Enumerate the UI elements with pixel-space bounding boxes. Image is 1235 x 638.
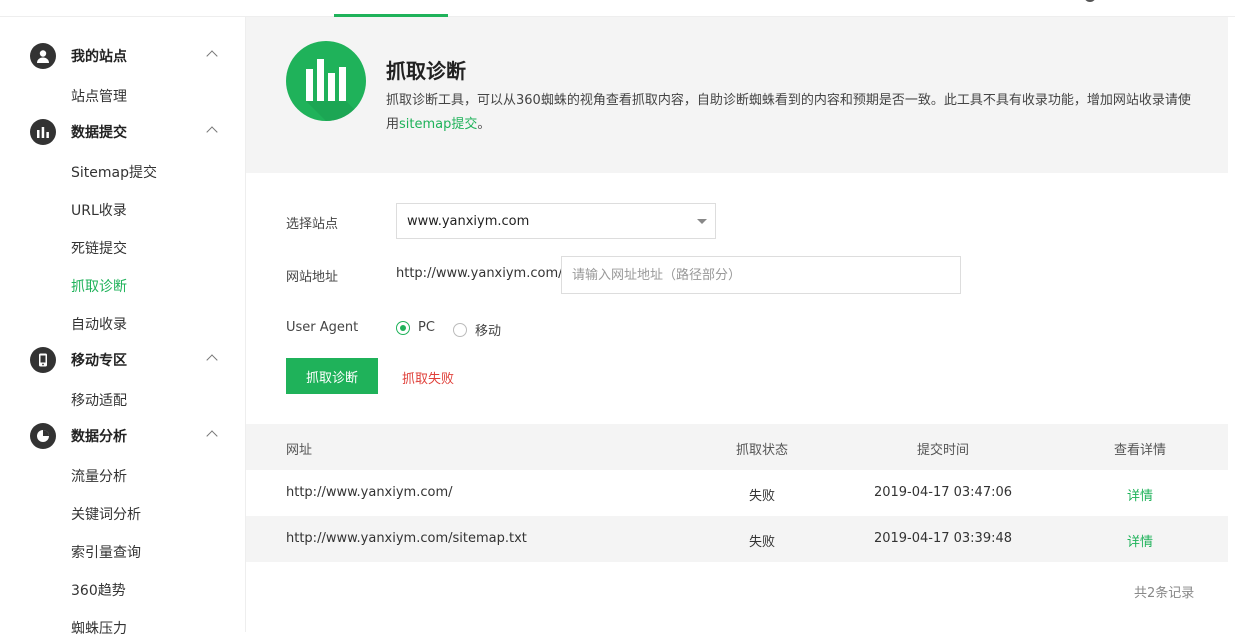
chevron-up-icon (206, 50, 218, 62)
chevron-up-icon (206, 354, 218, 366)
sidebar-item-url-index[interactable]: URL收录 (71, 200, 127, 220)
site-select-value: www.yanxiym.com (407, 213, 530, 229)
site-select[interactable]: www.yanxiym.com (396, 203, 716, 239)
description-text: 抓取诊断工具，可以从360蜘蛛的视角查看抓取内容，自助诊断蜘蛛看到的内容和预期是… (386, 93, 1191, 132)
sidebar-group-my-sites[interactable]: 我的站点 (30, 43, 220, 69)
sidebar-item-auto-index[interactable]: 自动收录 (71, 314, 127, 334)
sidebar-item-index-query[interactable]: 索引量查询 (71, 542, 141, 562)
user-avatar-icon[interactable] (1084, 0, 1096, 2)
ua-radio-mobile[interactable]: 移动 (453, 320, 501, 339)
crawl-diagnose-button[interactable]: 抓取诊断 (286, 358, 378, 394)
radio-unchecked-icon (453, 322, 467, 337)
sidebar-item-sitemap-submit[interactable]: Sitemap提交 (71, 162, 157, 182)
row-url: http://www.yanxiym.com/ (286, 485, 453, 500)
row-status: 失败 (748, 489, 775, 504)
sidebar-group-data-analysis[interactable]: 数据分析 (30, 423, 220, 449)
mobile-phone-icon (30, 347, 56, 373)
row-url: http://www.yanxiym.com/sitemap.txt (286, 531, 527, 546)
row-time: 2019-04-17 03:47:06 (873, 485, 1013, 500)
record-count: 共2条记录 (1134, 586, 1195, 601)
row-time: 2019-04-17 03:39:48 (873, 531, 1013, 546)
ua-option-label: PC (418, 320, 435, 335)
url-path-input[interactable] (561, 256, 961, 294)
table-header: 网址 抓取状态 提交时间 查看详情 (246, 424, 1228, 470)
row-detail-link[interactable]: 详情 (1106, 531, 1174, 550)
sidebar-group-title: 数据分析 (71, 429, 127, 445)
radio-checked-icon (396, 320, 410, 335)
table-row: http://www.yanxiym.com/ 失败 2019-04-17 03… (246, 470, 1228, 516)
row-detail-link[interactable]: 详情 (1106, 485, 1174, 504)
pie-chart-icon (30, 423, 56, 449)
sidebar-item-keyword-analysis[interactable]: 关键词分析 (71, 504, 141, 524)
description-end: 。 (477, 117, 491, 132)
table-row: http://www.yanxiym.com/sitemap.txt 失败 20… (246, 516, 1228, 562)
caret-down-icon (697, 219, 707, 224)
sitemap-submit-link[interactable]: sitemap提交 (399, 117, 477, 132)
user-agent-label: User Agent (286, 320, 359, 335)
sidebar-item-mobile-adapt[interactable]: 移动适配 (71, 390, 127, 410)
site-select-label: 选择站点 (286, 217, 339, 232)
sidebar-group-mobile[interactable]: 移动专区 (30, 347, 220, 373)
sidebar-item-dead-link[interactable]: 死链提交 (71, 238, 127, 258)
chevron-up-icon (206, 430, 218, 442)
ua-radio-pc[interactable]: PC (396, 320, 435, 335)
sidebar: 我的站点 站点管理 数据提交 Sitemap提交 URL收录 死链提交 抓取诊断… (0, 17, 246, 637)
sidebar-item-360-trend[interactable]: 360趋势 (71, 580, 126, 600)
user-icon (30, 43, 56, 69)
sidebar-group-title: 移动专区 (71, 353, 127, 369)
column-header-url: 网址 (286, 443, 313, 458)
column-header-time: 提交时间 (916, 443, 969, 458)
sidebar-group-title: 我的站点 (71, 49, 127, 65)
chevron-up-icon (206, 126, 218, 138)
ua-option-label: 移动 (475, 324, 502, 339)
sidebar-item-crawl-diagnosis[interactable]: 抓取诊断 (71, 276, 127, 296)
url-prefix: http://www.yanxiym.com/ (396, 266, 563, 281)
sidebar-group-data-submit[interactable]: 数据提交 (30, 119, 220, 145)
sidebar-item-traffic-analysis[interactable]: 流量分析 (71, 466, 127, 486)
top-nav-bar (0, 0, 1235, 17)
sidebar-item-site-management[interactable]: 站点管理 (71, 86, 127, 106)
url-label: 网站地址 (286, 270, 339, 285)
sidebar-group-title: 数据提交 (71, 125, 127, 141)
sidebar-item-spider-pressure[interactable]: 蜘蛛压力 (71, 618, 127, 638)
bar-chart-icon (30, 119, 56, 145)
page-title: 抓取诊断 (386, 59, 466, 83)
crawl-result-message: 抓取失败 (402, 372, 455, 387)
tool-banner: 抓取诊断 抓取诊断工具，可以从360蜘蛛的视角查看抓取内容，自助诊断蜘蛛看到的内… (246, 17, 1228, 173)
page-description: 抓取诊断工具，可以从360蜘蛛的视角查看抓取内容，自助诊断蜘蛛看到的内容和预期是… (386, 89, 1201, 137)
row-status: 失败 (748, 535, 775, 550)
column-header-detail: 查看详情 (1113, 443, 1166, 458)
column-header-status: 抓取状态 (735, 443, 788, 458)
bar-chart-icon (286, 41, 366, 121)
